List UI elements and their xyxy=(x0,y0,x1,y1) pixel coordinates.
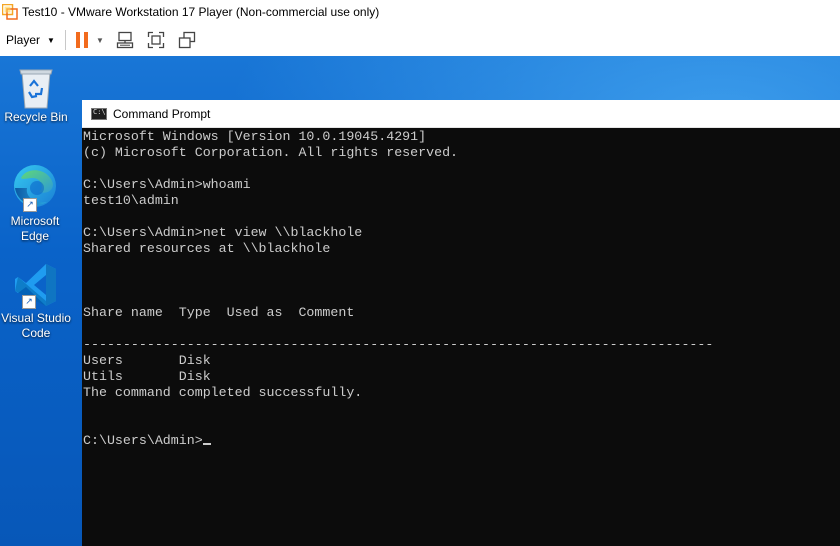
player-menu-label: Player xyxy=(6,33,41,47)
unity-button[interactable] xyxy=(177,30,197,50)
desktop: Recycle Bin ↗ Microsoft Edge ↗ Visual St… xyxy=(0,56,840,546)
vscode-icon xyxy=(15,264,56,306)
console-line: C:\Users\Admin>net view \\blackhole xyxy=(83,225,363,240)
desktop-icon-vscode[interactable]: ↗ Visual Studio Code xyxy=(0,261,74,341)
toolbar-divider xyxy=(64,30,66,50)
unity-icon xyxy=(178,31,196,49)
text-cursor xyxy=(202,443,211,445)
send-ctrl-alt-del-icon xyxy=(116,31,134,49)
console-line: Shared resources at \\blackhole xyxy=(83,241,331,256)
vmware-toolbar: Player ▼ ▼ xyxy=(0,24,840,56)
cmd-icon xyxy=(91,107,107,120)
recycle-bin-icon xyxy=(19,69,53,109)
console-line: The command completed successfully. xyxy=(83,385,363,400)
console-line: C:\Users\Admin>whoami xyxy=(83,177,251,192)
vmware-titlebar: Test10 - VMware Workstation 17 Player (N… xyxy=(0,0,840,24)
vmware-logo-icon xyxy=(2,4,18,20)
console-output[interactable]: Microsoft Windows [Version 10.0.19045.42… xyxy=(82,128,840,449)
pause-icon xyxy=(75,32,88,48)
fullscreen-button[interactable] xyxy=(146,30,166,50)
command-prompt-window: Command Prompt Microsoft Windows [Versio… xyxy=(82,100,840,546)
console-line: test10\admin xyxy=(83,193,179,208)
console-line: Microsoft Windows [Version 10.0.19045.42… xyxy=(83,129,427,144)
shortcut-arrow-icon: ↗ xyxy=(23,198,37,212)
fullscreen-icon xyxy=(147,31,165,49)
console-line: (c) Microsoft Corporation. All rights re… xyxy=(83,145,459,160)
console-line: C:\Users\Admin> xyxy=(83,433,840,449)
desktop-icon-label: Visual Studio Code xyxy=(1,311,71,340)
desktop-icon-label: Recycle Bin xyxy=(4,110,68,124)
pause-button[interactable]: ▼ xyxy=(75,28,104,52)
console-line: Users Disk xyxy=(83,353,211,368)
window-title: Test10 - VMware Workstation 17 Player (N… xyxy=(22,5,380,19)
chevron-down-icon: ▼ xyxy=(47,35,55,45)
console-line: ----------------------------------------… xyxy=(83,337,714,352)
desktop-icon-edge[interactable]: ↗ Microsoft Edge xyxy=(0,162,73,244)
send-ctrl-alt-del-button[interactable] xyxy=(115,30,135,50)
player-menu-button[interactable]: Player ▼ xyxy=(4,28,57,52)
shortcut-arrow-icon: ↗ xyxy=(22,295,36,309)
chevron-down-icon[interactable]: ▼ xyxy=(96,36,104,45)
cmd-title: Command Prompt xyxy=(113,106,211,121)
console-line: Utils Disk xyxy=(83,369,211,384)
cmd-titlebar[interactable]: Command Prompt xyxy=(82,100,840,128)
console-line: Share name Type Used as Comment xyxy=(83,305,355,320)
desktop-icon-label: Microsoft Edge xyxy=(10,214,60,243)
desktop-icon-recycle-bin[interactable]: Recycle Bin xyxy=(0,64,74,125)
